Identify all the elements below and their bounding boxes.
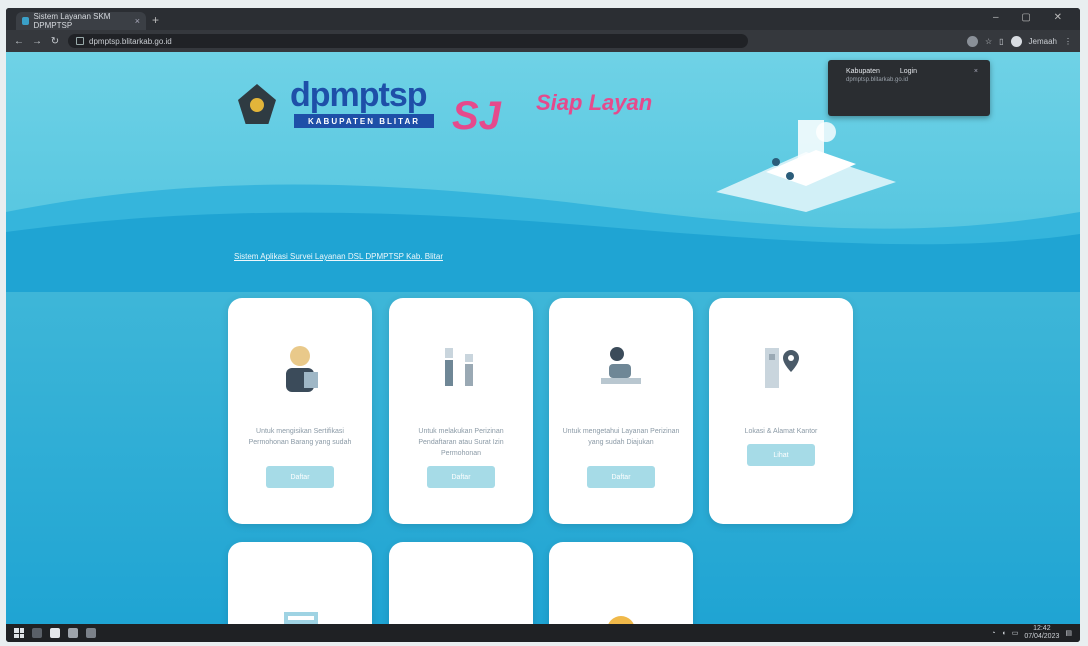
dropdown-item-login[interactable]: Login [900, 68, 917, 75]
back-icon[interactable]: ← [14, 36, 24, 47]
os-taskbar: ◔ ◖ ▭ 12:42 07/04/2023 ▤ [6, 624, 1080, 642]
search-icon[interactable] [32, 628, 42, 638]
lock-icon [76, 37, 84, 45]
clock[interactable]: 12:42 07/04/2023 [1024, 625, 1059, 641]
notification-icon[interactable]: ▤ [1065, 629, 1072, 637]
view-button[interactable]: Lihat [747, 444, 815, 466]
card-description: Untuk melakukan Perizinan Pendaftaran at… [418, 428, 504, 457]
clock-date: 07/04/2023 [1024, 633, 1060, 640]
service-card[interactable] [389, 542, 533, 624]
dropdown-item-kabupaten[interactable]: Kabupaten [846, 68, 880, 75]
forward-icon[interactable]: → [32, 36, 42, 47]
card-description: Untuk mengisikan Sertifikasi Permohonan … [248, 428, 352, 446]
map-pin-icon [765, 348, 799, 388]
browser-icon[interactable] [68, 628, 78, 638]
service-card[interactable] [549, 542, 693, 624]
window-controls[interactable]: – ▢ ✕ [993, 12, 1072, 23]
wifi-icon[interactable]: ◔ [991, 630, 995, 637]
battery-icon[interactable]: ▭ [1012, 629, 1019, 637]
service-card[interactable]: Untuk melakukan Perizinan Pendaftaran at… [389, 298, 533, 524]
register-button[interactable]: Daftar [587, 466, 655, 488]
service-card[interactable] [228, 542, 372, 624]
tab-title: Sistem Layanan SKM DPMPTSP [33, 12, 111, 30]
service-card[interactable]: Untuk mengetahui Layanan Perizinan yang … [549, 298, 693, 524]
dropdown-subtext: dpmptsp.blitarkab.go.id [846, 77, 909, 83]
document-icon [431, 582, 491, 624]
logo-text: dpmptsp [290, 76, 428, 114]
start-icon[interactable] [14, 628, 24, 638]
officer-icon [286, 346, 318, 392]
isometric-illustration [716, 120, 896, 212]
menu-icon[interactable]: ⋮ [1064, 37, 1072, 46]
profile-name: Jemaah [1028, 36, 1057, 46]
account-dropdown: Kabupaten Login × dpmptsp.blitarkab.go.i… [828, 60, 990, 116]
brand-mark: SJ [452, 94, 501, 138]
logo-subtitle: KABUPATEN BLITAR [294, 114, 434, 128]
person-desk-icon [601, 347, 641, 384]
url-text: dpmptsp.blitarkab.go.id [89, 36, 172, 46]
browser-tab-strip: Sistem Layanan SKM DPMPTSP × + – ▢ ✕ [6, 8, 1080, 30]
service-card[interactable]: Untuk mengisikan Sertifikasi Permohonan … [228, 298, 372, 524]
volume-icon[interactable]: ◖ [1001, 630, 1005, 637]
intro-link[interactable]: Sistem Aplikasi Survei Layanan DSL DPMPT… [234, 252, 443, 261]
system-tray: ◔ ◖ ▭ 12:42 07/04/2023 ▤ [991, 625, 1072, 641]
people-icon [445, 348, 473, 386]
page-viewport[interactable]: dpmptsp KABUPATEN BLITAR SJ Siap Layan K… [6, 52, 1080, 624]
app-icon[interactable] [86, 628, 96, 638]
reload-icon[interactable]: ↻ [50, 36, 60, 47]
wave-divider [6, 184, 1080, 292]
card-description: Lokasi & Alamat Kantor [744, 428, 818, 435]
favicon-icon [22, 17, 29, 25]
card-description: Untuk mengetahui Layanan Perizinan yang … [562, 428, 680, 446]
monitor-frame: Sistem Layanan SKM DPMPTSP × + – ▢ ✕ ← →… [6, 8, 1080, 642]
building-icon [608, 616, 634, 624]
service-card[interactable]: Lokasi & Alamat Kantor Lihat [709, 298, 853, 524]
browser-toolbar: ← → ↻ dpmptsp.blitarkab.go.id ☆ ▯ Jemaah… [6, 30, 1080, 52]
address-bar[interactable]: dpmptsp.blitarkab.go.id [68, 34, 748, 48]
new-tab-button[interactable]: + [152, 13, 159, 27]
tab-close-icon[interactable]: × [135, 16, 140, 26]
clock-time: 12:42 [1033, 625, 1051, 632]
extension-icon[interactable] [966, 35, 978, 47]
toolbar-right: ☆ ▯ Jemaah ⋮ [966, 35, 1072, 47]
avatar[interactable] [1010, 35, 1022, 47]
register-button[interactable]: Daftar [427, 466, 495, 488]
brand-slogan: Siap Layan [536, 90, 653, 115]
browser-tab[interactable]: Sistem Layanan SKM DPMPTSP × [16, 12, 146, 30]
bookmark-star-icon[interactable]: ☆ [985, 37, 992, 46]
file-explorer-icon[interactable] [50, 628, 60, 638]
certificate-icon [284, 612, 318, 624]
close-icon[interactable]: × [974, 68, 978, 75]
sidebar-icon[interactable]: ▯ [999, 37, 1003, 46]
register-button[interactable]: Daftar [266, 466, 334, 488]
